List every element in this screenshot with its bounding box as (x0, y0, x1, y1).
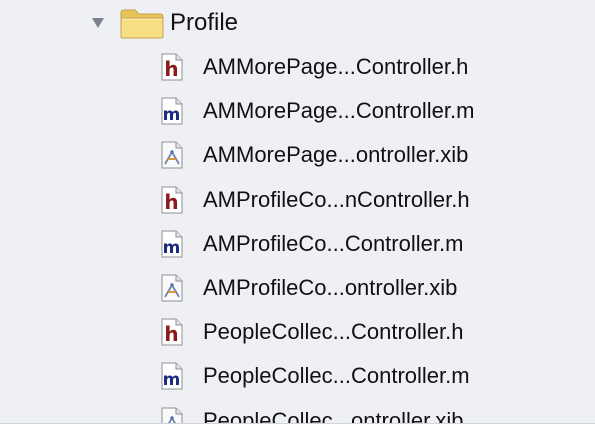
svg-text:h: h (164, 190, 178, 214)
group-row-profile[interactable]: Profile (0, 0, 595, 46)
file-row[interactable]: AMProfileCo...ontroller.xib (0, 267, 595, 311)
svg-text:h: h (164, 57, 178, 81)
file-label: PeopleCollec...ontroller.xib (203, 407, 464, 424)
group-label: Profile (170, 9, 239, 36)
file-label: AMMorePage...ontroller.xib (203, 142, 469, 168)
file-label: AMMorePage...Controller.h (203, 54, 469, 79)
svg-text:m: m (163, 105, 181, 125)
project-navigator: Profile h AMMorePage...Controller.h m AMMor… (0, 0, 595, 424)
file-label: PeopleCollec...Controller.m (203, 363, 470, 389)
disclosure-triangle-icon[interactable] (91, 17, 105, 29)
file-label: PeopleCollec...Controller.h (203, 319, 464, 345)
file-label: AMProfileCo...ontroller.xib (203, 275, 458, 300)
file-row[interactable]: h AMProfileCo...nController.h (0, 179, 595, 223)
file-row[interactable]: m AMMorePage...Controller.m (0, 90, 595, 134)
file-row[interactable]: AMMorePage...ontroller.xib (0, 134, 595, 178)
folder-icon (120, 9, 164, 39)
file-row[interactable]: h PeopleCollec...Controller.h (0, 311, 595, 355)
implementation-file-icon: m (161, 97, 183, 125)
implementation-file-icon: m (161, 362, 183, 390)
file-row[interactable]: m AMProfileCo...Controller.m (0, 223, 595, 267)
xib-file-icon (161, 141, 183, 169)
header-file-icon: h (161, 318, 183, 346)
file-row[interactable]: m PeopleCollec...Controller.m (0, 355, 595, 399)
xib-file-icon (161, 407, 183, 423)
file-label: AMProfileCo...nController.h (203, 186, 470, 212)
xib-file-icon (161, 274, 183, 302)
implementation-file-icon: m (161, 230, 183, 258)
header-file-icon: h (161, 53, 183, 81)
svg-text:m: m (163, 370, 181, 390)
file-label: AMProfileCo...Controller.m (203, 230, 464, 256)
svg-text:h: h (164, 322, 178, 346)
file-row[interactable]: PeopleCollec...ontroller.xib (0, 400, 595, 424)
file-row[interactable]: h AMMorePage...Controller.h (0, 46, 595, 90)
file-label: AMMorePage...Controller.m (203, 98, 475, 124)
svg-text:m: m (163, 238, 181, 258)
header-file-icon: h (161, 186, 183, 214)
